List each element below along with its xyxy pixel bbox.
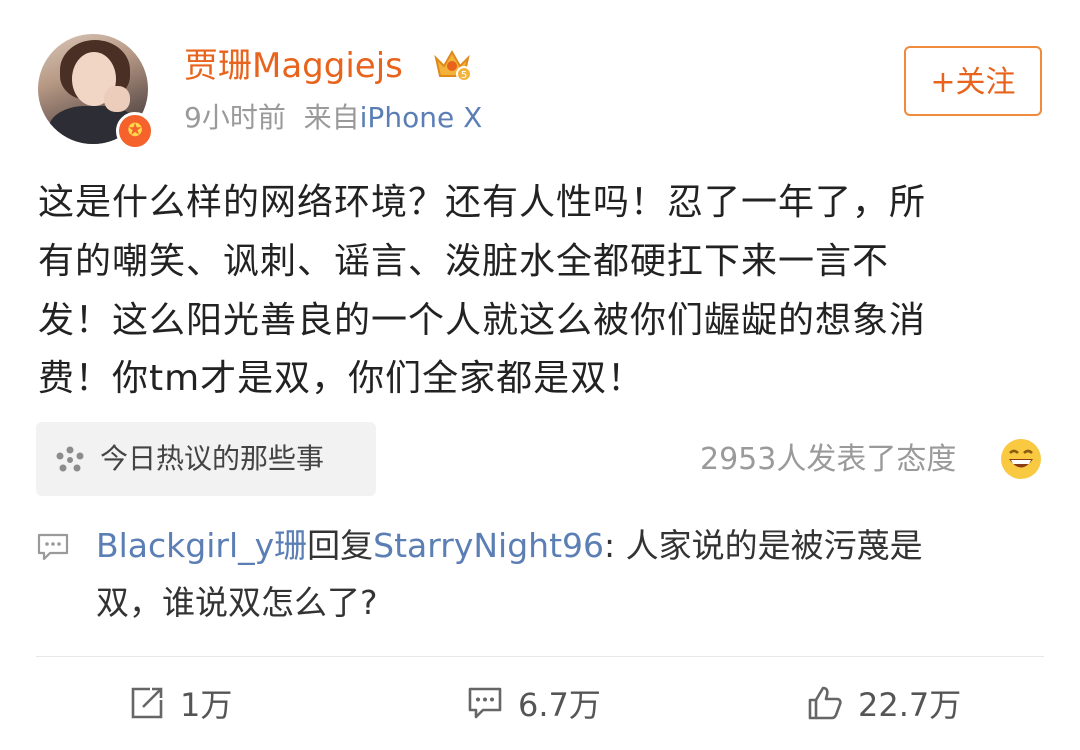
comment-count: 6.7万 bbox=[518, 686, 601, 724]
post-text-line: 发！这么阳光善良的一个人就这么被你们龌龊的想象消 bbox=[38, 300, 927, 341]
post-meta: 9小时前 来自iPhone X bbox=[184, 98, 482, 138]
comment-bubble-icon bbox=[468, 687, 502, 719]
divider bbox=[36, 656, 1044, 657]
like-count: 22.7万 bbox=[858, 686, 962, 724]
repost-button[interactable]: 1万 bbox=[128, 676, 232, 730]
thumbs-up-icon bbox=[808, 686, 842, 720]
laughing-emoji-icon[interactable] bbox=[1000, 438, 1042, 480]
crown-icon: 5 bbox=[434, 49, 472, 82]
attitude-count[interactable]: 2953人发表了态度 bbox=[700, 438, 956, 482]
comment-icon bbox=[37, 533, 69, 561]
topic-label: 今日热议的那些事 bbox=[100, 442, 325, 475]
topic-chip[interactable]: 今日热议的那些事 bbox=[36, 422, 376, 496]
topic-icon bbox=[56, 446, 84, 472]
post-text-line: 费！你tm才是双，你们全家都是双！ bbox=[38, 358, 645, 399]
follow-button[interactable]: +关注 bbox=[904, 46, 1042, 116]
comment-user[interactable]: Blackgirl_y珊 bbox=[96, 526, 307, 565]
svg-text:5: 5 bbox=[461, 70, 467, 81]
post-text-line: 这是什么样的网络环境？还有人性吗！忍了一年了，所 bbox=[38, 182, 927, 223]
comment-line: 双，谁说双怎么了? bbox=[96, 583, 378, 622]
comment-line: Blackgirl_y珊回复StarryNight96: 人家说的是被污蔑是 bbox=[96, 523, 923, 569]
post-source[interactable]: iPhone X bbox=[360, 101, 483, 134]
comment-text: : 人家说的是被污蔑是 bbox=[604, 526, 923, 565]
source-prefix: 来自 bbox=[303, 101, 360, 134]
repost-count: 1万 bbox=[180, 686, 233, 724]
comment-button[interactable]: 6.7万 bbox=[466, 676, 601, 730]
post-text-line: 有的嘲笑、讽刺、谣言、泼脏水全都硬扛下来一言不 bbox=[38, 241, 890, 282]
reply-word: 回复 bbox=[307, 526, 374, 565]
post-time: 9小时前 bbox=[184, 101, 286, 134]
repost-icon bbox=[131, 687, 163, 719]
like-button[interactable]: 22.7万 bbox=[806, 676, 961, 730]
reply-to-user[interactable]: StarryNight96 bbox=[373, 526, 604, 565]
author-name[interactable]: 贾珊Maggiejs bbox=[184, 42, 403, 90]
verified-badge-icon: ✪ bbox=[116, 112, 154, 150]
